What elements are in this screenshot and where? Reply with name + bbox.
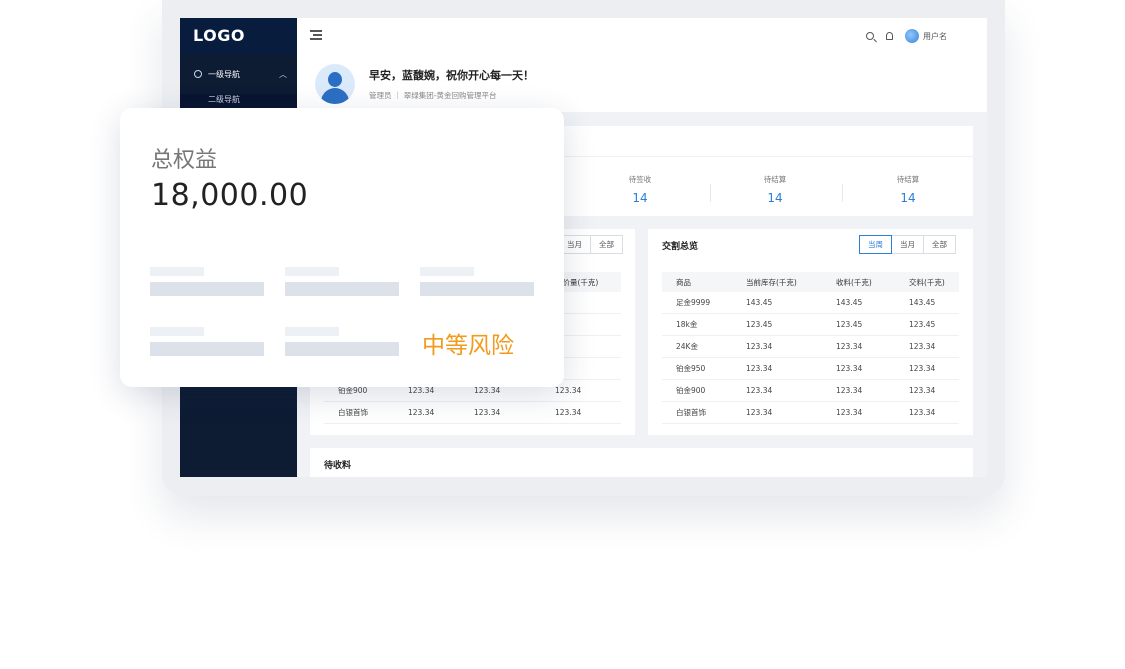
table-row: 白银首饰 123.34 123.34 123.34 [662, 401, 959, 424]
column-header: 收料(千克) [822, 272, 895, 292]
tab-all[interactable]: 全部 [590, 235, 623, 254]
panel-title: 交割总览 [662, 242, 699, 252]
risk-level-text: 中等风险 [422, 333, 514, 359]
user-subtitle: 管理员 ｜ 翠绿集团-黄金回购管理平台 [369, 91, 497, 100]
search-icon[interactable] [866, 32, 874, 40]
skeleton-placeholder [420, 282, 534, 296]
greeting-text: 早安，蓝馥婉，祝你开心每一天！ [369, 69, 534, 82]
delivery-overview-panel: 交割总览 当周 当月 全部 商品 当前库存(千克) 收料(千克) 交料(千克) … [648, 229, 973, 435]
skeleton-placeholder [150, 267, 204, 276]
user-role: 管理员 [369, 91, 392, 100]
stat-value: 14 [900, 191, 916, 205]
table-row: 18k金 123.45 123.45 123.45 [662, 313, 959, 336]
user-menu[interactable]: 用户名 [905, 29, 947, 43]
delivery-table: 商品 当前库存(千克) 收料(千克) 交料(千克) 足金9999 143.45 14… [662, 272, 959, 424]
tab-month[interactable]: 当月 [891, 235, 924, 254]
column-header: 当前库存(千克) [732, 272, 822, 292]
equity-card: 总权益 18,000.00 中等风险 [120, 108, 564, 387]
logo: LOGO [180, 18, 297, 54]
sidebar-item-primary[interactable]: 一级导航 ︿ [180, 54, 297, 94]
tab-all[interactable]: 全部 [923, 235, 956, 254]
sidebar-item-secondary[interactable]: 二级导航 [180, 94, 297, 108]
stat-item: 待签收 14 [595, 174, 685, 205]
table-row: 铂金900 123.34 123.34 123.34 [662, 379, 959, 402]
avatar [315, 64, 355, 104]
skeleton-placeholder [150, 342, 264, 356]
stat-item: 待结算 14 [863, 174, 953, 205]
skeleton-placeholder [150, 282, 264, 296]
top-bar: 用户名 [297, 18, 987, 55]
table-row: 白银首饰 123.34 123.34 123.34 [324, 401, 621, 424]
stat-label: 待签收 [628, 175, 652, 184]
skeleton-placeholder [420, 267, 474, 276]
tab-week[interactable]: 当周 [859, 235, 892, 254]
menu-fold-icon[interactable] [310, 30, 322, 40]
skeleton-placeholder [285, 342, 399, 356]
panel-title: 待收料 [324, 461, 352, 471]
stat-item: 待结算 14 [730, 174, 820, 205]
org-name: 翠绿集团-黄金回购管理平台 [403, 91, 497, 100]
skeleton-placeholder [285, 282, 399, 296]
skeleton-placeholder [285, 327, 339, 336]
table-row: 24K金 123.34 123.34 123.34 [662, 335, 959, 358]
table-row: 铂金950 123.34 123.34 123.34 [662, 357, 959, 380]
stat-value: 14 [632, 191, 648, 205]
user-avatar-icon [905, 29, 919, 43]
chevron-up-icon: ︿ [279, 70, 287, 79]
skeleton-placeholder [150, 327, 204, 336]
stat-label: 待结算 [763, 175, 787, 184]
bell-icon[interactable] [886, 32, 893, 40]
username: 用户名 [923, 31, 947, 41]
skeleton-placeholder [285, 267, 339, 276]
dashboard-icon [194, 70, 202, 78]
equity-label: 总权益 [151, 148, 218, 173]
column-header: 商品 [662, 272, 732, 292]
table-row: 足金9999 143.45 143.45 143.45 [662, 292, 959, 314]
welcome-card: 早安，蓝馥婉，祝你开心每一天！ 管理员 ｜ 翠绿集团-黄金回购管理平台 [297, 54, 987, 112]
sidebar-item-label: 一级导航 [208, 69, 240, 79]
column-header: 交料(千克) [895, 272, 959, 292]
stat-value: 14 [767, 191, 783, 205]
equity-value: 18,000.00 [151, 178, 309, 213]
pending-receipt-panel: 待收料 [310, 448, 973, 477]
stat-label: 待结算 [896, 175, 920, 184]
